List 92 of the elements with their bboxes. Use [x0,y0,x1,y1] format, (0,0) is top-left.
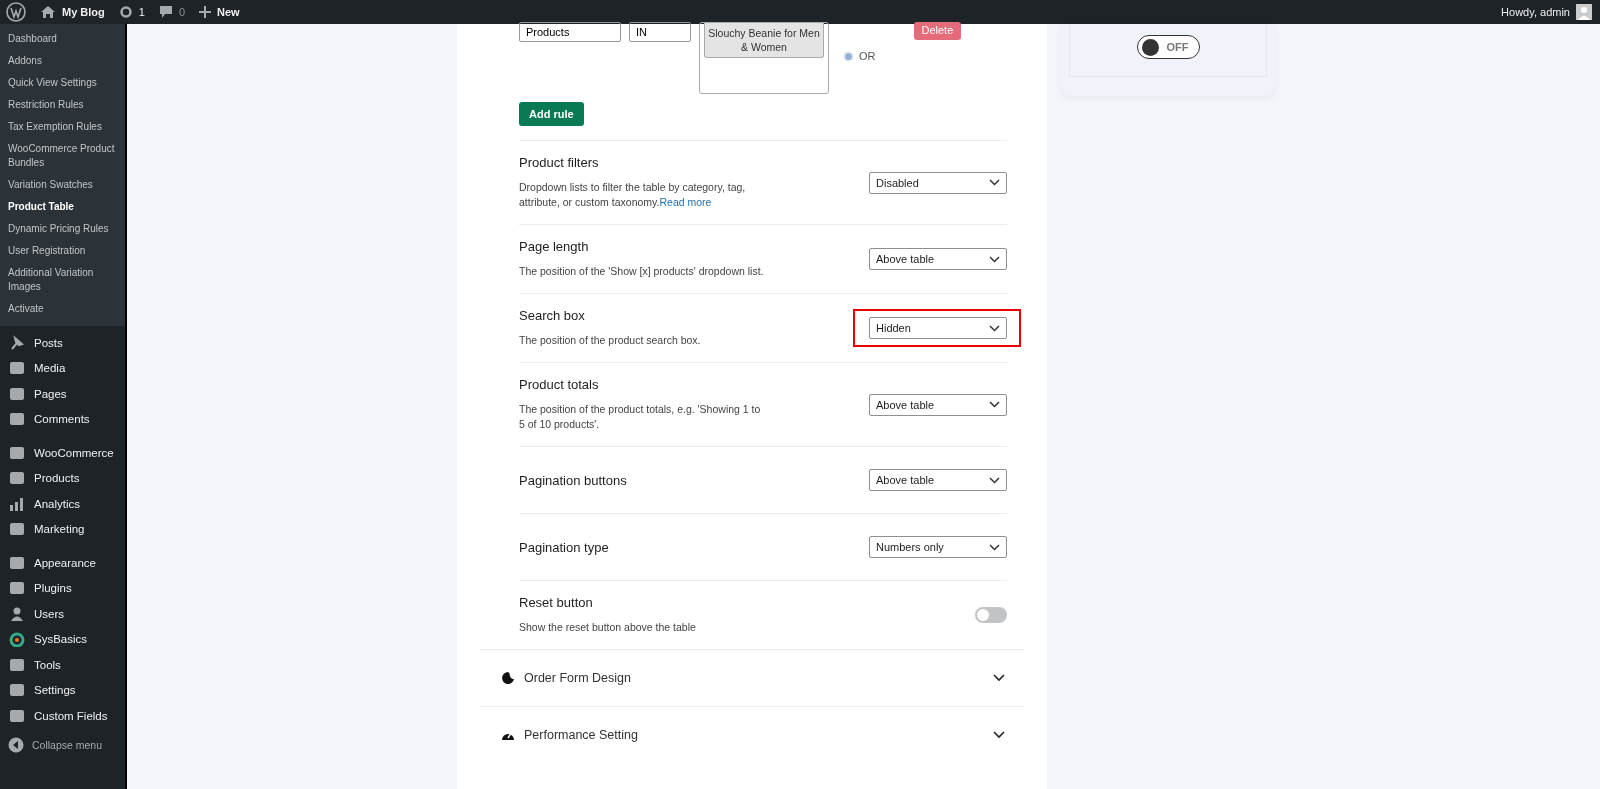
home-icon [40,5,56,19]
setting-description: The position of the product totals, e.g. 'Showing 1 to 5 of 10 products'. [519,402,762,432]
menu-item[interactable]: WooCommerce [0,440,125,466]
new-link[interactable]: New [199,6,240,18]
menu-icon [8,385,26,402]
menu-icon [8,444,26,461]
chevron-down-icon [989,324,1000,332]
avatar-icon [1576,4,1592,20]
menu-icon [8,707,26,724]
menu-item[interactable]: Posts [0,330,125,356]
field-select[interactable]: Products [519,22,621,42]
dropdown-select[interactable]: Above table [869,393,1007,416]
toggle-switch[interactable] [975,607,1007,623]
chevron-down-icon [989,543,1000,551]
menu-item[interactable]: Comments [0,406,125,432]
add-rule-button[interactable]: Add rule [519,102,584,126]
dropdown-select[interactable]: Hidden [869,317,1007,339]
menu-item[interactable]: Custom Fields [0,703,125,729]
plus-icon [199,6,212,18]
submenu-item[interactable]: User Registration [0,240,125,262]
submenu-item[interactable]: Dashboard [0,28,125,50]
setting-description: Dropdown lists to filter the table by category, tag, attribute, or custom taxonomy.Read more [519,180,747,210]
menu-item[interactable]: Media [0,355,125,381]
menu-icon [8,631,26,648]
accordion-header[interactable]: Performance Setting [479,706,1025,763]
dropdown-select[interactable]: Numbers only [869,536,1007,558]
menu-item[interactable]: Users [0,601,125,627]
dropdown-select[interactable]: Disabled [869,171,1007,194]
menu-item[interactable]: Marketing [0,516,125,542]
menu-icon [8,682,26,699]
setting-title: Product filters [519,155,600,170]
dropdown-select[interactable]: Above table [869,469,1007,491]
menu-icon [8,580,26,597]
or-radio[interactable]: OR [843,50,876,62]
collapse-menu-button[interactable]: Collapse menu [0,732,125,758]
setting-title: Pagination buttons [519,472,627,488]
dropdown-select[interactable]: Above table [869,248,1007,270]
chevron-down-icon [989,255,1000,263]
setting-title: Reset button [519,595,594,610]
submenu-item[interactable]: Additional Variation Images [0,262,125,298]
menu-item[interactable]: Products [0,465,125,491]
menu-item[interactable]: SysBasics [0,626,125,652]
setting-title: Pagination type [519,539,609,555]
menu-icon [8,656,26,673]
menu-item[interactable]: Tools [0,652,125,678]
chevron-down-icon [989,179,1000,186]
chevron-down-icon [989,476,1000,484]
submenu-item[interactable]: Quick View Settings [0,72,125,94]
speech-bubble-icon [158,5,173,19]
palette-icon [501,671,515,685]
menu-icon [8,411,26,428]
product-tag[interactable]: Slouchy Beanie for Men & Women [704,23,824,58]
submenu-item[interactable]: Addons [0,50,125,72]
menu-item[interactable]: Plugins [0,575,125,601]
chevron-down-icon [993,731,1005,739]
setting-description: Show the reset button above the table [519,620,696,635]
setting-title: Page length [519,239,590,254]
submenu-item[interactable]: WooCommerce Product Bundles [0,138,125,174]
menu-item[interactable]: Analytics [0,491,125,517]
menu-item[interactable]: Appearance [0,550,125,576]
menu-icon [8,495,26,512]
menu-item[interactable]: Pages [0,381,125,407]
menu-icon [8,521,26,538]
submenu-item[interactable]: Product Table [0,196,125,218]
menu-icon [8,554,26,571]
submenu-item[interactable]: Activate [0,298,125,320]
menu-icon [8,605,26,622]
submenu-item[interactable]: Dynamic Pricing Rules [0,218,125,240]
operator-select[interactable]: IN [629,22,691,42]
on-off-toggle[interactable]: OFF [1136,35,1200,59]
submenu-item[interactable]: Variation Swatches [0,174,125,196]
accordion-header[interactable]: Order Form Design [479,649,1025,706]
menu-icon [8,470,26,487]
chevron-down-icon [993,674,1005,682]
setting-description: The position of the 'Show [x] products' dropdown list. [519,264,764,279]
submenu-item[interactable]: Tax Exemption Rules [0,116,125,138]
chevron-down-icon [989,401,1000,408]
product-multiselect[interactable]: Slouchy Beanie for Men & Women [699,22,829,94]
site-link[interactable]: My Blog [40,5,105,19]
account-link[interactable]: Howdy, admin [1501,4,1592,20]
submenu-item[interactable]: Restriction Rules [0,94,125,116]
updates-link[interactable]: 1 [118,5,145,19]
read-more-link[interactable]: Read more [659,196,712,208]
menu-icon [8,334,26,351]
setting-description: The position of the product search box. [519,333,701,348]
setting-title: Product totals [519,377,600,392]
left-arrow-circle-icon [8,737,24,754]
wordpress-logo-icon[interactable] [6,2,26,22]
comments-link[interactable]: 0 [158,5,186,19]
menu-icon [8,360,26,377]
menu-item[interactable]: Settings [0,677,125,703]
setting-title: Search box [519,308,586,323]
